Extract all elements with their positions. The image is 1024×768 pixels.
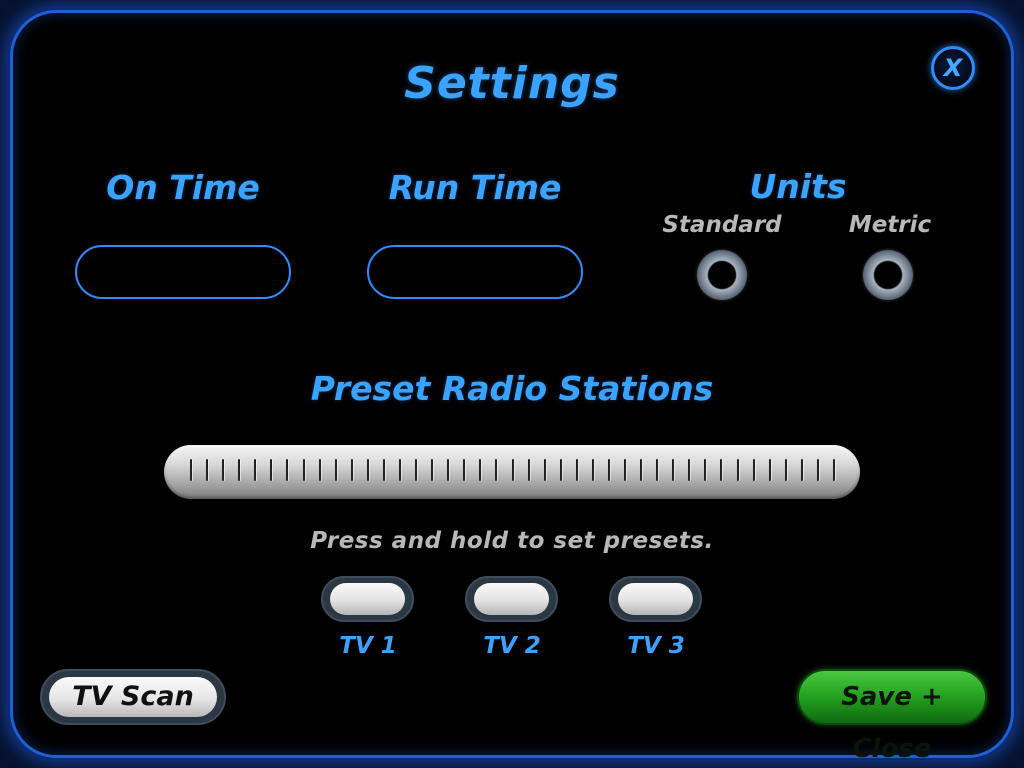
save-close-button[interactable]: Save + Close	[797, 669, 987, 764]
tuner-tick	[431, 459, 434, 481]
tuner-tick	[463, 459, 466, 481]
tuner-tick	[575, 459, 578, 481]
preset-button-tv3[interactable]	[609, 576, 702, 622]
tuner-tick	[656, 459, 659, 481]
tuner-tick	[350, 459, 353, 481]
tuner-tick	[688, 459, 691, 481]
tuner-tick	[382, 459, 385, 481]
radio-tuner-slider[interactable]	[164, 445, 860, 499]
tuner-tick	[527, 459, 530, 481]
tuner-tick	[784, 459, 787, 481]
tuner-tick	[302, 459, 305, 481]
tuner-tick	[591, 459, 594, 481]
preset-label-tv2: TV 2	[483, 633, 541, 659]
preset-button-tv2[interactable]	[465, 576, 558, 622]
tuner-tick	[254, 459, 257, 481]
tuner-tick	[736, 459, 739, 481]
tuner-tick	[816, 459, 819, 481]
tuner-tick	[495, 459, 498, 481]
preset-stations-heading: Preset Radio Stations	[310, 369, 714, 408]
tuner-tick	[543, 459, 546, 481]
tuner-tick	[447, 459, 450, 481]
tuner-tick	[640, 459, 643, 481]
tuner-tick	[720, 459, 723, 481]
tuner-tick	[206, 459, 209, 481]
tuner-tick	[672, 459, 675, 481]
preset-hint-text: Press and hold to set presets.	[310, 528, 714, 554]
tuner-tick	[238, 459, 241, 481]
tuner-tick	[415, 459, 418, 481]
tuner-tick	[318, 459, 321, 481]
tuner-tick	[752, 459, 755, 481]
tv-scan-label: TV Scan	[49, 677, 217, 717]
units-standard-label: Standard	[662, 212, 782, 238]
dialog-title: Settings	[404, 58, 620, 109]
preset-label-tv1: TV 1	[339, 633, 397, 659]
tuner-tick	[222, 459, 225, 481]
tuner-tick	[511, 459, 514, 481]
run-time-input[interactable]	[367, 245, 583, 299]
tuner-tick	[366, 459, 369, 481]
units-metric-label: Metric	[848, 212, 932, 238]
on-time-label: On Time	[106, 168, 260, 207]
preset-button-tv1[interactable]	[321, 576, 414, 622]
tuner-tick	[190, 459, 192, 481]
close-button[interactable]: X	[931, 46, 975, 90]
tuner-tick	[607, 459, 610, 481]
tuner-tick	[334, 459, 337, 481]
tuner-tick	[768, 459, 771, 481]
tuner-tick	[559, 459, 562, 481]
units-standard-radio[interactable]	[697, 250, 747, 300]
tv-scan-button[interactable]: TV Scan	[40, 669, 226, 725]
close-icon: X	[943, 54, 963, 82]
tuner-tick	[270, 459, 273, 481]
tuner-tick	[800, 459, 803, 481]
run-time-label: Run Time	[388, 168, 562, 207]
tuner-tick	[398, 459, 401, 481]
preset-label-tv3: TV 3	[627, 633, 685, 659]
tuner-tick	[833, 459, 835, 481]
on-time-input[interactable]	[75, 245, 291, 299]
tuner-tick	[624, 459, 627, 481]
units-metric-radio[interactable]	[863, 250, 913, 300]
tuner-tick	[704, 459, 707, 481]
tuner-tick	[479, 459, 482, 481]
tuner-tick	[286, 459, 289, 481]
units-label: Units	[749, 167, 847, 206]
